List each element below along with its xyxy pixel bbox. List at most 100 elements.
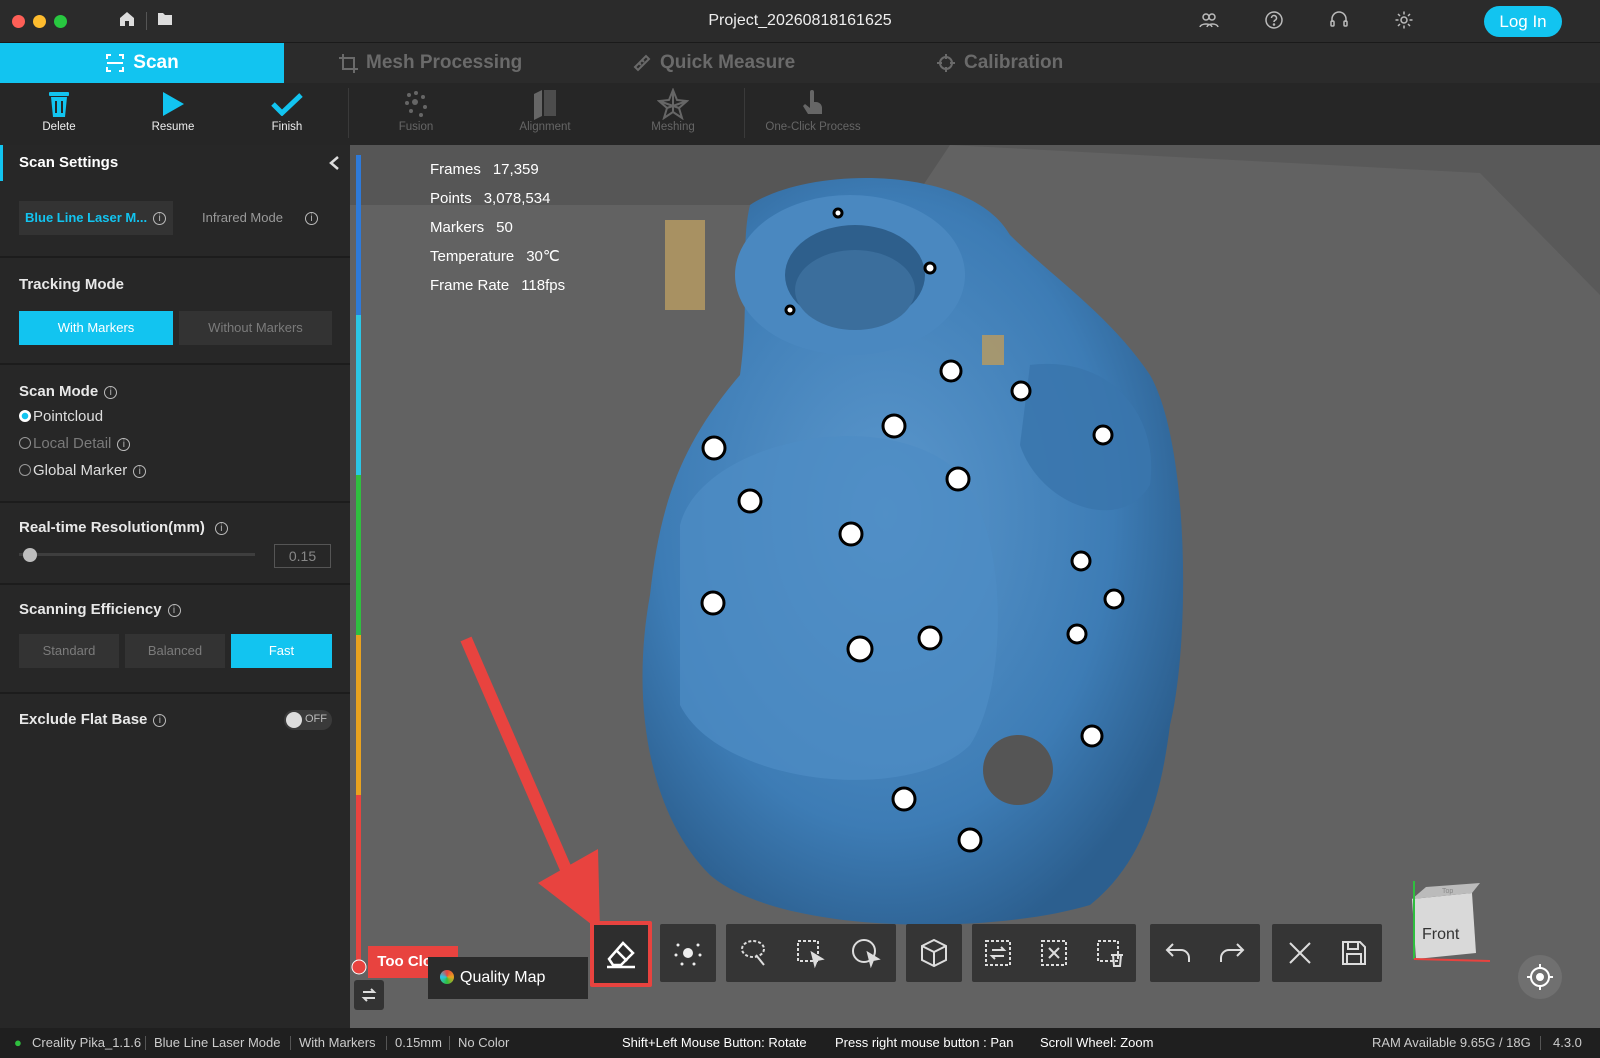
tab-quick-measure[interactable]: Quick Measure xyxy=(632,43,795,83)
minimize-window-button[interactable] xyxy=(33,15,46,28)
invert-selection-button[interactable] xyxy=(978,933,1018,973)
info-icon[interactable]: i xyxy=(104,386,118,399)
tab-scan-label: Scan xyxy=(133,52,179,73)
lasso-select-button[interactable] xyxy=(734,933,774,973)
clear-selection-button[interactable] xyxy=(1034,933,1074,973)
hint-rotate: Shift+Left Mouse Button: Rotate xyxy=(622,1035,807,1050)
infrared-mode-button[interactable]: Infrared Mode i xyxy=(186,201,332,235)
selection-edit-group xyxy=(972,924,1136,982)
stat-markers: Markers 50 xyxy=(430,219,513,236)
stat-frames: Frames 17,359 xyxy=(430,161,539,178)
without-markers-button[interactable]: Without Markers xyxy=(179,311,332,345)
history-group xyxy=(1150,924,1260,982)
redo-button[interactable] xyxy=(1212,933,1252,973)
info-icon[interactable]: i xyxy=(304,212,318,225)
resolution-label: Real-time Resolution(mm) i xyxy=(19,519,228,536)
exclude-flat-base-toggle[interactable]: OFF xyxy=(284,710,332,730)
eraser-icon xyxy=(607,941,635,969)
sphere-select-icon xyxy=(852,939,881,969)
3d-viewport[interactable]: Frames 17,359 Points 3,078,534 Markers 50 T… xyxy=(350,145,1600,1028)
swap-icon[interactable] xyxy=(354,980,384,1010)
global-marker-label: Global Marker xyxy=(33,462,128,479)
recenter-view-button[interactable] xyxy=(1518,955,1562,999)
efficiency-standard-button[interactable]: Standard xyxy=(19,634,119,668)
resolution-slider-handle[interactable] xyxy=(23,548,37,562)
settings-gear-icon[interactable] xyxy=(1393,10,1415,32)
title-bar: Project_20260818161625 Log In xyxy=(0,0,1600,43)
eraser-tool-button[interactable] xyxy=(590,921,652,987)
info-icon[interactable]: i xyxy=(117,438,131,451)
status-tracking: With Markers xyxy=(299,1035,376,1050)
play-icon xyxy=(163,92,184,116)
fusion-button[interactable]: Fusion xyxy=(376,87,456,133)
status-resolution: 0.15mm xyxy=(395,1035,442,1050)
close-icon xyxy=(1289,942,1311,964)
radio-pointcloud[interactable]: Pointcloud xyxy=(19,408,103,425)
users-icon[interactable] xyxy=(1198,10,1220,32)
info-icon[interactable]: i xyxy=(167,604,181,617)
collapse-chevron-left-icon[interactable] xyxy=(328,155,340,171)
status-bar: ● Creality Pika_1.1.6 Blue Line Laser Mo… xyxy=(0,1028,1600,1058)
help-icon[interactable] xyxy=(1263,10,1285,32)
window-title: Project_20260818161625 xyxy=(708,12,892,29)
info-icon[interactable]: i xyxy=(153,212,167,225)
scan-toolbar: Delete Resume Finish Fusion Alignment Me… xyxy=(0,83,1600,145)
efficiency-text: Scanning Efficiency xyxy=(19,601,162,618)
tab-mesh-processing[interactable]: Mesh Processing xyxy=(338,43,522,83)
tab-mesh-label: Mesh Processing xyxy=(366,52,523,73)
radio-local-detail[interactable]: Local Detail i xyxy=(19,435,131,452)
quality-map-dropdown[interactable]: Quality Map xyxy=(428,957,588,999)
login-button[interactable]: Log In xyxy=(1484,6,1562,37)
tab-scan[interactable]: Scan xyxy=(0,43,284,83)
meshing-button[interactable]: Meshing xyxy=(633,87,713,133)
rect-select-icon xyxy=(797,940,825,969)
view-cube[interactable]: Top Front xyxy=(1402,873,1512,973)
undo-button[interactable] xyxy=(1158,933,1198,973)
crosshair-icon xyxy=(937,53,955,72)
tab-calibration[interactable]: Calibration xyxy=(936,43,1063,83)
one-click-process-button[interactable]: One-Click Process xyxy=(758,87,868,133)
spray-select-icon xyxy=(674,943,702,966)
info-icon[interactable]: i xyxy=(214,522,228,535)
undo-icon xyxy=(1165,943,1190,962)
status-app-version: Creality Pika_1.1.6 xyxy=(32,1035,142,1050)
main-tabs: Scan Mesh Processing Quick Measure Calib… xyxy=(0,43,1600,83)
delete-selection-icon xyxy=(1097,940,1123,967)
sphere-select-button[interactable] xyxy=(846,933,886,973)
scan-mode-label: Scan Mode i xyxy=(19,383,118,400)
resume-button[interactable]: Resume xyxy=(133,87,213,133)
fusion-label: Fusion xyxy=(398,121,434,133)
finish-button[interactable]: Finish xyxy=(247,87,327,133)
efficiency-fast-button[interactable]: Fast xyxy=(231,634,332,668)
with-markers-button[interactable]: With Markers xyxy=(19,311,173,345)
checkmark-icon xyxy=(271,93,303,116)
exclude-text: Exclude Flat Base xyxy=(19,711,148,728)
status-scan-mode: Blue Line Laser Mode xyxy=(154,1035,281,1050)
delete-selection-button[interactable] xyxy=(1090,933,1130,973)
alignment-button[interactable]: Alignment xyxy=(505,87,585,133)
hint-zoom: Scroll Wheel: Zoom xyxy=(1040,1035,1154,1050)
radio-global-marker[interactable]: Global Marker i xyxy=(19,462,147,479)
support-headset-icon[interactable] xyxy=(1328,10,1350,32)
resolution-text: Real-time Resolution(mm) xyxy=(19,519,205,536)
lasso-select-icon xyxy=(741,940,765,966)
blue-line-laser-mode-button[interactable]: Blue Line Laser M... i xyxy=(19,201,173,235)
folder-icon[interactable] xyxy=(154,10,176,32)
save-edit-button[interactable] xyxy=(1334,933,1374,973)
resolution-value-input[interactable]: 0.15 xyxy=(274,544,331,568)
resolution-slider-track[interactable] xyxy=(19,553,255,556)
info-icon[interactable]: i xyxy=(133,465,147,478)
brush-tool-button[interactable] xyxy=(660,924,716,982)
info-icon[interactable]: i xyxy=(153,714,167,727)
quality-map-label: Quality Map xyxy=(460,969,546,986)
rect-select-button[interactable] xyxy=(790,933,830,973)
cancel-edit-button[interactable] xyxy=(1280,933,1320,973)
home-icon[interactable] xyxy=(116,10,138,32)
delete-button[interactable]: Delete xyxy=(19,87,99,133)
ruler-icon xyxy=(633,54,651,72)
cube-tool-button[interactable] xyxy=(906,924,962,982)
close-window-button[interactable] xyxy=(12,15,25,28)
maximize-window-button[interactable] xyxy=(54,15,67,28)
efficiency-balanced-button[interactable]: Balanced xyxy=(125,634,225,668)
scan-settings-panel: Scan Settings Blue Line Laser M... i Infr… xyxy=(0,145,350,1028)
